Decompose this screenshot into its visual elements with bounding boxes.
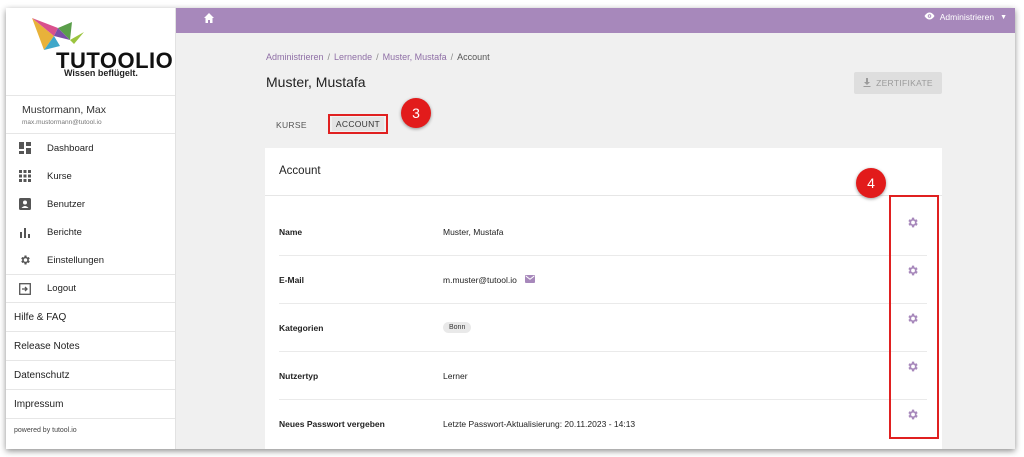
email-value: m.muster@tutool.io	[443, 274, 517, 285]
user-email: max.mustormann@tutool.io	[22, 119, 102, 126]
sidebar-item-dashboard[interactable]: Dashboard	[6, 134, 175, 162]
logout-icon	[18, 282, 32, 296]
certificates-button-label: ZERTIFIKATE	[876, 78, 933, 88]
contact-card-icon	[18, 197, 32, 211]
user-type-value: Lerner	[443, 370, 468, 381]
home-icon[interactable]	[203, 11, 215, 29]
sidebar-item-logout[interactable]: Logout	[6, 274, 175, 302]
breadcrumb-separator: /	[450, 52, 454, 62]
bar-chart-icon	[18, 225, 32, 239]
tab-kurse[interactable]: KURSE	[276, 120, 307, 130]
sidebar-item-kurse[interactable]: Kurse	[6, 162, 175, 190]
user-profile: Mustormann, Max max.mustormann@tutool.io	[6, 98, 175, 134]
breadcrumb-item[interactable]: Administrieren	[266, 52, 324, 62]
breadcrumb-item[interactable]: Lernende	[334, 52, 372, 62]
password-update-value: Letzte Passwort-Aktualisierung: 20.11.20…	[443, 418, 636, 429]
app-window: TUTOOLIO Wissen beflügelt. Mustormann, M…	[6, 8, 1015, 449]
row-label: Neues Passwort vergeben	[279, 418, 385, 429]
user-name: Mustormann, Max	[22, 104, 107, 116]
breadcrumb-separator: /	[376, 52, 379, 62]
download-icon	[863, 77, 871, 89]
divider	[265, 195, 942, 196]
sidebar-item-label: Logout	[47, 283, 77, 294]
name-value: Muster, Mustafa	[443, 226, 504, 237]
eye-icon	[924, 12, 935, 22]
category-chip: Bonn	[443, 322, 472, 333]
step-marker-3: 3	[401, 98, 431, 128]
gear-icon	[18, 253, 32, 267]
row-label: Name	[279, 226, 303, 237]
link-help-faq[interactable]: Hilfe & FAQ	[6, 302, 175, 331]
certificates-button[interactable]: ZERTIFIKATE	[854, 72, 942, 94]
step-marker-4: 4	[856, 168, 886, 198]
sidebar-item-label: Kurse	[47, 170, 72, 182]
breadcrumb-item[interactable]: Muster, Mustafa	[383, 52, 447, 62]
dashboard-icon	[18, 141, 32, 155]
link-release-notes[interactable]: Release Notes	[6, 331, 175, 360]
row-value: Lerner	[443, 371, 468, 381]
tab-account-highlight[interactable]: ACCOUNT	[328, 114, 388, 134]
sidebar-item-benutzer[interactable]: Benutzer	[6, 190, 175, 218]
logo[interactable]: TUTOOLIO Wissen beflügelt.	[6, 8, 175, 96]
account-card: Account Name Muster, Mustafa E-Mail m.mu…	[265, 148, 942, 449]
sidebar-item-label: Dashboard	[47, 142, 94, 154]
row-value: Muster, Mustafa	[443, 227, 503, 237]
top-bar: Administrieren ▼	[176, 8, 1015, 33]
powered-by[interactable]: powered by tutool.io	[6, 418, 175, 442]
link-impressum[interactable]: Impressum	[6, 389, 175, 418]
row-label: E-Mail	[279, 274, 305, 285]
link-datenschutz[interactable]: Datenschutz	[6, 360, 175, 389]
breadcrumb: Administrieren / Lernende / Muster, Mustafa /…	[266, 52, 490, 62]
breadcrumb-current: Account	[457, 52, 490, 62]
row-value: Bonn	[443, 322, 472, 333]
breadcrumb-separator: /	[327, 52, 331, 62]
sidebar-item-label: Einstellungen	[47, 254, 105, 266]
sidebar-item-berichte[interactable]: Berichte	[6, 218, 175, 246]
row-value: m.muster@tutool.io	[443, 274, 535, 285]
gear-column-highlight	[889, 195, 939, 439]
row-label: Kategorien	[279, 322, 324, 333]
account-row-email: E-Mail m.muster@tutool.io	[279, 256, 927, 303]
account-row-nutzertyp: Nutzertyp Lerner	[279, 352, 927, 399]
account-row-name: Name Muster, Mustafa	[279, 208, 927, 255]
sidebar-item-label: Benutzer	[47, 198, 86, 210]
role-switcher[interactable]: Administrieren ▼	[924, 12, 1007, 22]
sidebar-item-einstellungen[interactable]: Einstellungen	[6, 246, 175, 274]
sidebar-item-label: Berichte	[47, 226, 82, 238]
page-title: Muster, Mustafa	[266, 74, 366, 90]
tab-account[interactable]: ACCOUNT	[331, 117, 385, 131]
account-row-kategorien: Kategorien Bonn	[279, 304, 927, 351]
role-label: Administrieren	[939, 12, 995, 22]
chevron-down-icon: ▼	[1000, 13, 1007, 21]
logo-tagline: Wissen beflügelt.	[64, 68, 138, 78]
sidebar: TUTOOLIO Wissen beflügelt. Mustormann, M…	[6, 8, 176, 449]
account-row-password: Neues Passwort vergeben Letzte Passwort-…	[279, 400, 927, 447]
row-label: Nutzertyp	[279, 370, 319, 381]
mail-icon[interactable]	[524, 274, 535, 285]
row-value: Letzte Passwort-Aktualisierung: 20.11.20…	[443, 419, 635, 429]
card-title: Account	[279, 165, 321, 177]
grid-icon	[18, 169, 32, 183]
